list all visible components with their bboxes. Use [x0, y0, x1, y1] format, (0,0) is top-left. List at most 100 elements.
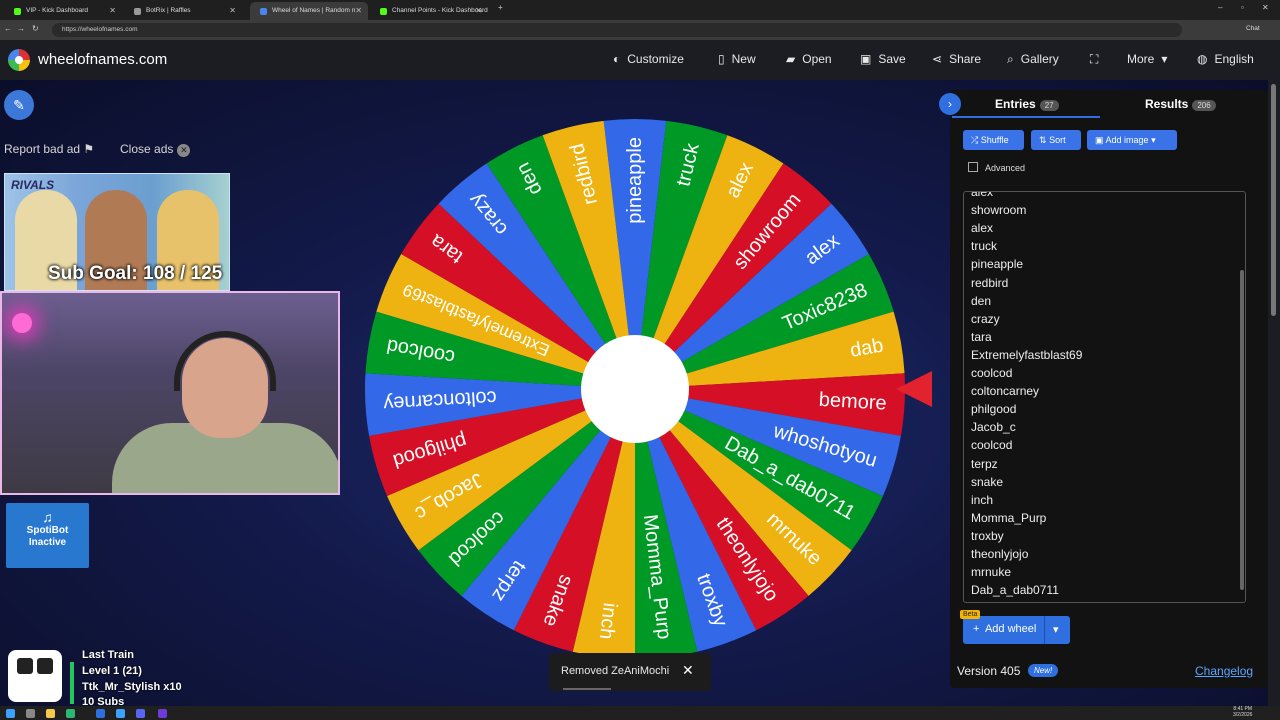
search-icon: ⌕ — [1007, 52, 1014, 66]
shuffle-button[interactable]: ⤮ Shuffle — [963, 130, 1024, 150]
chevron-down-icon[interactable]: ▾ — [1053, 623, 1059, 636]
chevron-down-icon: ▾ — [1161, 52, 1168, 66]
entry-line[interactable]: terpz — [971, 457, 998, 471]
site-name[interactable]: wheelofnames.com — [38, 51, 167, 68]
gallery-button[interactable]: ⌕ Gallery — [1007, 52, 1059, 67]
fullscreen-icon: ⛶ — [1090, 52, 1099, 66]
page-scrollbar-thumb[interactable] — [1271, 84, 1276, 316]
sort-icon: ⇅ — [1039, 135, 1047, 145]
entry-line[interactable]: mrnuke — [971, 565, 1011, 579]
browser-tab[interactable]: VIP - Kick Dashboard ✕ — [4, 2, 122, 20]
sub-goal-overlay: Sub Goal: 108 / 125 — [48, 263, 223, 284]
report-ad-link[interactable]: Report bad ad ⚑ — [4, 142, 94, 156]
entry-line[interactable]: inch — [971, 493, 993, 507]
entry-line[interactable]: philgood — [971, 402, 1016, 416]
changelog-link[interactable]: Changelog — [1195, 664, 1253, 678]
document-icon: ▯ — [718, 52, 725, 66]
add-wheel-button[interactable]: + Add wheel ▾ — [963, 616, 1070, 644]
reload-icon[interactable]: ↻ — [32, 24, 39, 33]
wheel-segment-label: bemore — [818, 389, 887, 415]
new-tab-icon[interactable]: + — [498, 3, 503, 12]
app-icon[interactable] — [116, 709, 125, 718]
tab-entries[interactable]: Entries 27 — [995, 97, 1059, 111]
entry-line[interactable]: Dab_a_dab0711 — [971, 583, 1059, 597]
entry-line[interactable]: coolcod — [971, 438, 1012, 452]
entry-line[interactable]: coltoncarney — [971, 384, 1039, 398]
close-ads-link[interactable]: Close ads ✕ — [120, 142, 191, 157]
results-count-badge: 206 — [1192, 100, 1216, 111]
entry-line[interactable]: Extremelyfastblast69 — [971, 348, 1082, 362]
webcam-overlay — [0, 291, 340, 495]
browser-tab-active[interactable]: Wheel of Names | Random n ✕ — [250, 2, 368, 20]
fullscreen-button[interactable]: ⛶ — [1090, 52, 1105, 67]
edit-button[interactable]: ✎ — [4, 90, 34, 120]
name-wheel[interactable]: pineapple truck alexshowroomalexToxic8238d… — [362, 116, 908, 662]
open-button[interactable]: ▰ Open — [786, 52, 832, 66]
url-field[interactable]: https://wheelofnames.com — [52, 23, 1182, 37]
app-icon[interactable] — [158, 709, 167, 718]
more-button[interactable]: More ▾ — [1127, 52, 1174, 66]
share-icon: ⋖ — [932, 52, 943, 66]
customize-button[interactable]: ◐ Customize — [613, 52, 684, 66]
entry-line[interactable]: pineapple — [971, 257, 1023, 271]
chat-button[interactable]: Chat — [1246, 25, 1260, 32]
back-icon[interactable]: ← — [4, 24, 12, 33]
logo-icon[interactable] — [8, 49, 30, 71]
checkbox-icon — [968, 162, 978, 172]
taskbar-clock[interactable]: 8:41 PM 3/2/2026 — [1233, 706, 1252, 718]
entry-line[interactable]: tara — [971, 330, 992, 344]
collapse-panel-button[interactable]: › — [939, 93, 961, 115]
search-icon[interactable] — [26, 709, 35, 718]
advanced-checkbox[interactable]: Advanced — [968, 162, 1025, 173]
browser-tab[interactable]: BotRix | Raffles ✕ — [124, 2, 242, 20]
discord-icon[interactable] — [136, 709, 145, 718]
close-tab-icon[interactable]: ✕ — [109, 6, 116, 15]
close-tab-icon[interactable]: ✕ — [475, 6, 482, 15]
entry-line[interactable]: snake — [971, 475, 1003, 489]
minimize-icon[interactable]: – — [1218, 3, 1222, 12]
file-explorer-icon[interactable] — [46, 709, 55, 718]
close-tab-icon[interactable]: ✕ — [355, 6, 362, 15]
flag-icon: ⚑ — [83, 142, 95, 156]
entry-line[interactable]: redbird — [971, 276, 1008, 290]
tab-results[interactable]: Results 206 — [1145, 97, 1216, 111]
toast-notification: Removed ZeAniMochi ✕ — [549, 653, 711, 691]
entry-line[interactable]: crazy — [971, 312, 1000, 326]
entries-textarea[interactable]: alex showroom alex truck pineapple redbird den… — [963, 191, 1246, 603]
entry-line[interactable]: Momma_Purp — [971, 511, 1046, 525]
browser-tab[interactable]: Channel Points - Kick Dashboard ✕ — [370, 2, 488, 20]
language-button[interactable]: ◍ English — [1197, 52, 1254, 66]
sort-button[interactable]: ⇅ Sort — [1031, 130, 1081, 150]
entry-line[interactable]: den — [971, 294, 991, 308]
browser-icon[interactable] — [66, 709, 75, 718]
windows-start-icon[interactable] — [6, 709, 15, 718]
entry-line[interactable]: alex — [971, 221, 993, 235]
entries-scrollbar[interactable] — [1240, 270, 1244, 590]
music-note-icon: ♫ — [42, 509, 53, 525]
entry-line[interactable]: Jacob_c — [971, 420, 1016, 434]
palette-icon: ◐ — [613, 52, 621, 66]
close-icon[interactable]: ✕ — [682, 662, 694, 679]
maximize-icon[interactable]: ▫ — [1241, 3, 1244, 12]
app-icon[interactable] — [96, 709, 105, 718]
entry-line[interactable]: showroom — [971, 203, 1026, 217]
entry-line[interactable]: theonlyjojo — [971, 547, 1028, 561]
new-button[interactable]: ▯ New — [718, 52, 756, 66]
entry-line[interactable]: troxby — [971, 529, 1004, 543]
kick-favicon-icon — [14, 8, 21, 15]
close-tab-icon[interactable]: ✕ — [229, 6, 236, 15]
beta-badge: Beta — [960, 610, 981, 619]
wheel-center-hub[interactable] — [581, 335, 689, 443]
forward-icon[interactable]: → — [17, 24, 25, 33]
close-window-icon[interactable]: ✕ — [1262, 3, 1269, 12]
entry-line[interactable]: coolcod — [971, 366, 1012, 380]
train-progress-bar — [70, 662, 74, 704]
save-button[interactable]: ▣ Save — [860, 52, 906, 66]
entry-line[interactable]: alex — [971, 192, 993, 199]
share-button[interactable]: ⋖ Share — [932, 52, 981, 66]
folder-icon: ▰ — [786, 52, 796, 66]
new-badge: New! — [1028, 664, 1059, 677]
toast-message: Removed ZeAniMochi — [561, 665, 670, 677]
add-image-button[interactable]: ▣ Add image ▾ — [1087, 130, 1177, 150]
entry-line[interactable]: truck — [971, 239, 997, 253]
